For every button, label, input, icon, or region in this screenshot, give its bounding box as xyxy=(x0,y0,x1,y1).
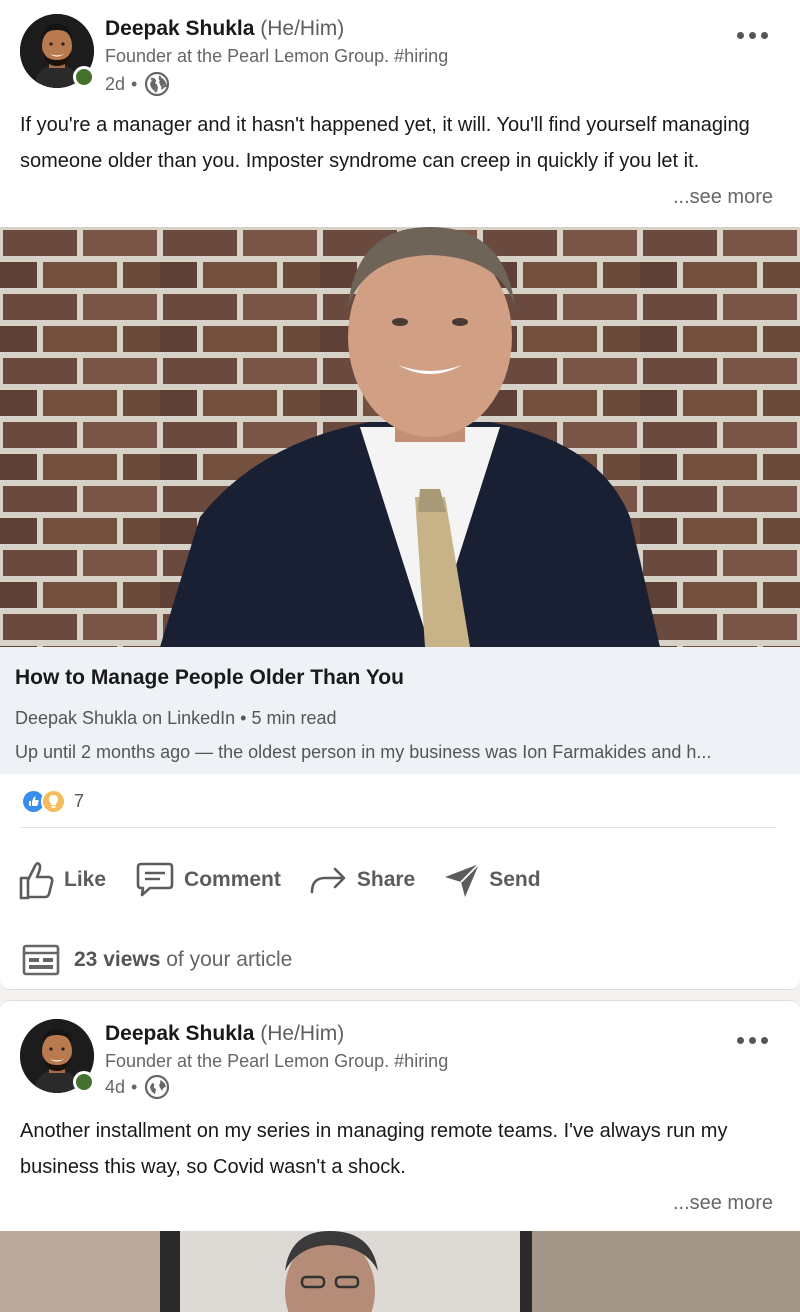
post-text: Another installment on my series in mana… xyxy=(0,1113,800,1221)
author-name-text[interactable]: Deepak Shukla xyxy=(105,17,254,40)
reaction-count[interactable]: 7 xyxy=(74,791,84,812)
author-name[interactable]: Deepak Shukla (He/Him) xyxy=(105,17,344,41)
like-button[interactable]: Like xyxy=(18,860,106,900)
post-meta: 4d • xyxy=(105,1074,170,1100)
insightful-reaction-icon xyxy=(41,789,66,814)
author-pronouns: (He/Him) xyxy=(260,17,345,40)
feed-post: Deepak Shukla (He/Him) Founder at the Pe… xyxy=(0,0,800,990)
views-count: 23 views xyxy=(74,948,161,971)
views-suffix: of your article xyxy=(160,948,293,971)
article-snippet: Up until 2 months ago — the oldest perso… xyxy=(15,742,712,762)
share-label: Share xyxy=(356,868,416,891)
divider xyxy=(20,827,776,828)
article-byline: Deepak Shukla on LinkedIn • 5 min read xyxy=(15,708,337,728)
article-icon xyxy=(22,944,60,976)
author-name[interactable]: Deepak Shukla (He/Him) xyxy=(105,1022,344,1046)
author-pronouns: (He/Him) xyxy=(260,1022,345,1045)
comment-label: Comment xyxy=(184,868,281,891)
see-more-link[interactable]: ...see more xyxy=(666,179,773,215)
like-label: Like xyxy=(64,868,107,891)
online-status-indicator xyxy=(73,1071,95,1093)
meta-separator: • xyxy=(131,73,138,94)
comment-button[interactable]: Comment xyxy=(134,861,281,899)
send-label: Send xyxy=(489,868,541,891)
comment-icon xyxy=(136,862,174,897)
author-headline: Founder at the Pearl Lemon Group. #hirin… xyxy=(105,46,449,66)
ellipsis-dot xyxy=(749,1037,756,1044)
article-cover-image[interactable] xyxy=(0,227,800,647)
feed-post: Deepak Shukla (He/Him) Founder at the Pe… xyxy=(0,1000,800,1312)
post-image[interactable] xyxy=(0,1231,800,1312)
reactions-summary[interactable]: 7 xyxy=(21,789,84,814)
share-arrow-icon xyxy=(310,867,346,894)
ellipsis-dot xyxy=(737,32,744,39)
meta-separator: • xyxy=(131,1076,138,1097)
ellipsis-dot xyxy=(737,1037,744,1044)
share-button[interactable]: Share xyxy=(309,864,415,896)
post-body: If you're a manager and it hasn't happen… xyxy=(20,114,750,172)
post-body: Another installment on my series in mana… xyxy=(20,1120,728,1178)
feed: Deepak Shukla (He/Him) Founder at the Pe… xyxy=(0,0,800,1312)
article-views[interactable]: 23 views of your article xyxy=(22,944,292,976)
ellipsis-dot xyxy=(749,32,756,39)
online-status-indicator xyxy=(73,66,95,88)
social-actions-bar: Like Comment Share Send xyxy=(18,855,569,905)
thumbs-up-icon xyxy=(19,862,54,900)
author-headline: Founder at the Pearl Lemon Group. #hirin… xyxy=(105,1051,449,1071)
post-header: Deepak Shukla (He/Him) Founder at the Pe… xyxy=(0,0,800,100)
send-button[interactable]: Send xyxy=(443,861,541,899)
more-options-button[interactable] xyxy=(733,1033,772,1048)
post-meta: 2d • xyxy=(105,71,170,97)
ellipsis-dot xyxy=(761,32,768,39)
globe-icon xyxy=(144,1074,170,1100)
post-time: 2d xyxy=(105,73,126,94)
see-more-link[interactable]: ...see more xyxy=(666,1185,773,1221)
post-header: Deepak Shukla (He/Him) Founder at the Pe… xyxy=(0,1001,800,1117)
send-icon xyxy=(445,863,480,897)
author-name-text[interactable]: Deepak Shukla xyxy=(105,1022,254,1045)
ellipsis-dot xyxy=(761,1037,768,1044)
post-time: 4d xyxy=(105,1076,126,1097)
globe-icon xyxy=(144,71,170,97)
article-title[interactable]: How to Manage People Older Than You xyxy=(15,666,404,690)
more-options-button[interactable] xyxy=(733,28,772,43)
post-text: If you're a manager and it hasn't happen… xyxy=(0,107,800,215)
